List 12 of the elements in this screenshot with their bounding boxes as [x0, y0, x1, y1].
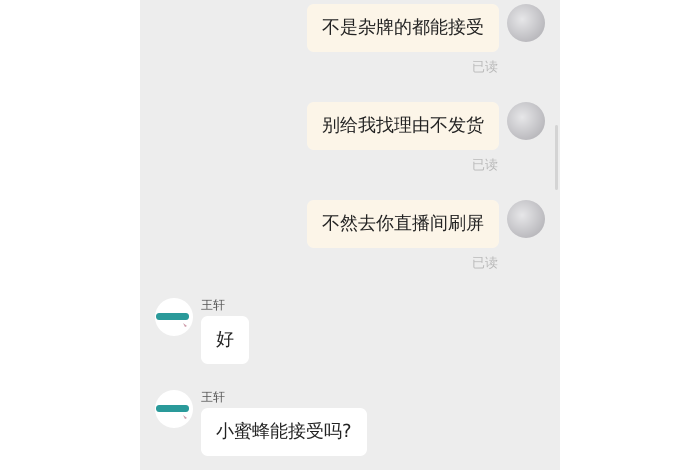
- message-bubble: 不然去你直播间刷屏: [307, 200, 499, 248]
- avatar-logo-icon: [155, 390, 193, 428]
- message-bubble: 小蜜蜂能接受吗?: [201, 408, 367, 456]
- avatar: [507, 102, 545, 140]
- avatar: [507, 200, 545, 238]
- avatar-logo-icon: [155, 298, 193, 336]
- sender-name: 王轩: [201, 298, 225, 313]
- message-bubble: 别给我找理由不发货: [307, 102, 499, 150]
- sender-name: 王轩: [201, 390, 225, 405]
- message-bubble: 好: [201, 316, 249, 364]
- avatar: [507, 4, 545, 42]
- message-bubble: 不是杂牌的都能接受: [307, 4, 499, 52]
